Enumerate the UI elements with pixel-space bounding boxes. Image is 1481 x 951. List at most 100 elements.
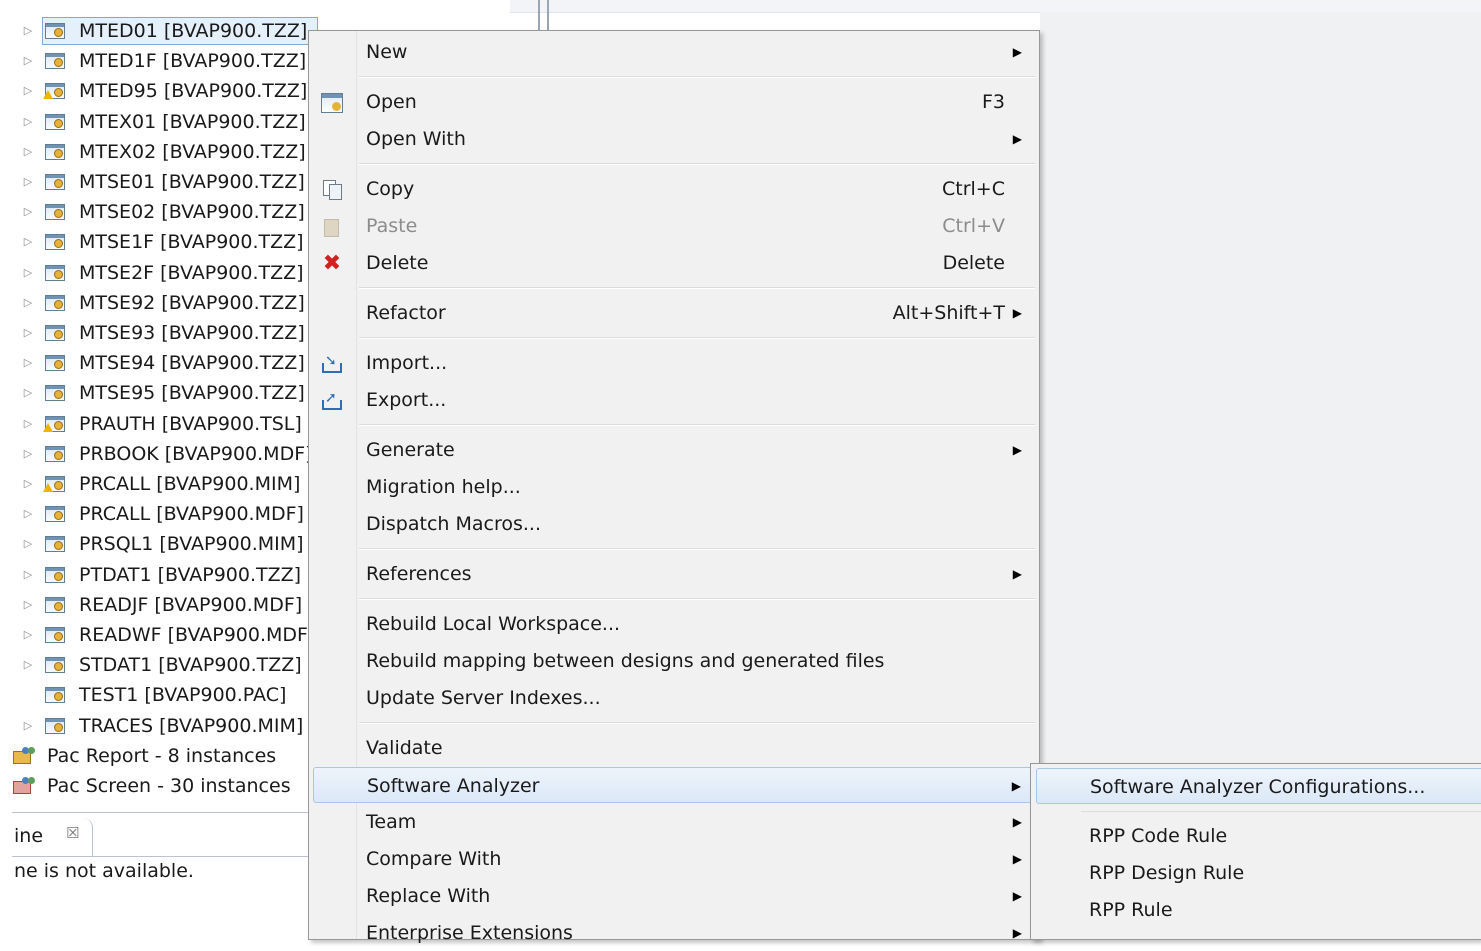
expand-triangle-icon[interactable]: ▷ xyxy=(21,348,35,378)
editor-sash-left[interactable] xyxy=(538,0,540,30)
expand-triangle-icon[interactable]: ▷ xyxy=(21,469,35,499)
expand-triangle-icon[interactable]: ▷ xyxy=(21,529,35,559)
expand-triangle-icon[interactable]: ▷ xyxy=(21,318,35,348)
menu-item-label: Rebuild mapping between designs and gene… xyxy=(366,650,885,672)
tree-item[interactable]: ▷ PRSQL1 [BVAP900.MIM] xyxy=(0,529,310,559)
menu-item-open[interactable]: Open F3 xyxy=(309,84,1039,120)
expand-triangle-icon[interactable]: ▷ xyxy=(21,107,35,137)
tree-item[interactable]: ▷ PRCALL [BVAP900.MDF] xyxy=(0,499,310,529)
expand-triangle-icon[interactable]: ▷ xyxy=(21,227,35,257)
program-icon xyxy=(45,717,65,734)
menu-item-references[interactable]: References ▶ xyxy=(309,556,1039,592)
tree-item[interactable]: ▷ READWF [BVAP900.MDF] xyxy=(0,620,316,650)
tree-item-label: MTSE2F [BVAP900.TZZ] xyxy=(79,261,304,284)
expand-triangle-icon[interactable]: ▷ xyxy=(21,439,35,469)
menu-item-team[interactable]: Team ▶ xyxy=(309,804,1039,840)
gear-icon xyxy=(54,692,63,702)
menu-item-replace-with[interactable]: Replace With ▶ xyxy=(309,878,1039,914)
tree-category[interactable]: Pac Screen - 30 instances xyxy=(0,771,310,801)
expand-triangle-icon[interactable]: ▷ xyxy=(21,76,35,106)
tree-item[interactable]: ▷ MTED1F [BVAP900.TZZ] xyxy=(0,46,310,76)
tree-item-label: PRBOOK [BVAP900.MDF] xyxy=(79,442,313,465)
tree-item[interactable]: ▷ MTSE1F [BVAP900.TZZ] xyxy=(0,227,310,257)
tree-item[interactable]: ▷ MTSE94 [BVAP900.TZZ] xyxy=(0,348,310,378)
menu-item-enterprise-extensions[interactable]: Enterprise Extensions ▶ xyxy=(309,915,1039,951)
tree-item-label: READWF [BVAP900.MDF] xyxy=(79,624,316,646)
menu-item-rebuild-local-workspace[interactable]: Rebuild Local Workspace... xyxy=(309,606,1039,642)
tree-item[interactable]: ▷ PRCALL [BVAP900.MIM] xyxy=(0,469,310,499)
menu-item-migration-help[interactable]: Migration help... xyxy=(309,469,1039,505)
menu-item-software-analyzer[interactable]: Software Analyzer ▶ xyxy=(313,767,1035,803)
menu-item-validate[interactable]: Validate xyxy=(309,730,1039,766)
tree-item[interactable]: ▷ MTSE93 [BVAP900.TZZ] xyxy=(0,318,310,348)
submenu-arrow-icon: ▶ xyxy=(1012,889,1022,903)
tree-category[interactable]: Pac Report - 8 instances xyxy=(0,741,310,771)
menu-item-refactor[interactable]: Refactor Alt+Shift+T ▶ xyxy=(309,295,1039,331)
tree-item[interactable]: ▷ MTED01 [BVAP900.TZZ] xyxy=(0,16,319,46)
expand-triangle-icon[interactable]: ▷ xyxy=(21,378,35,408)
tree-item[interactable]: ▷ READJF [BVAP900.MDF] xyxy=(0,590,310,620)
submenu-item-rpp-code-rule[interactable]: RPP Code Rule xyxy=(1031,818,1481,854)
tree-item[interactable]: ▷ MTSE95 [BVAP900.TZZ] xyxy=(0,378,310,408)
tree-item[interactable]: ▷ MTSE92 [BVAP900.TZZ] xyxy=(0,288,310,318)
tree-item[interactable]: ▷ TRACES [BVAP900.MIM] xyxy=(0,711,310,741)
menu-item-open-with[interactable]: Open With ▶ xyxy=(309,121,1039,157)
menu-item-dispatch-macros[interactable]: Dispatch Macros... xyxy=(309,506,1039,542)
expand-triangle-icon[interactable]: ▷ xyxy=(21,197,35,227)
menu-item-delete[interactable]: ✖ Delete Delete xyxy=(309,245,1039,281)
expand-triangle-icon[interactable]: ▷ xyxy=(21,590,35,620)
menu-item-copy[interactable]: Copy Ctrl+C xyxy=(309,171,1039,207)
program-icon xyxy=(45,325,65,341)
expand-triangle-icon[interactable]: ▷ xyxy=(21,137,35,167)
menu-item-export[interactable]: ➚ Export... xyxy=(309,382,1039,418)
tree-item[interactable]: ▷ PRAUTH [BVAP900.TSL] xyxy=(0,409,310,439)
menu-separator xyxy=(359,598,1035,600)
menu-item-rebuild-mapping-between-designs-and-generated-files[interactable]: Rebuild mapping between designs and gene… xyxy=(309,643,1039,679)
menu-item-paste: Paste Ctrl+V xyxy=(309,208,1039,244)
menu-item-import[interactable]: ➘ Import... xyxy=(309,345,1039,381)
expand-triangle-icon[interactable]: ▷ xyxy=(21,167,35,197)
tree-item[interactable]: ▷ STDAT1 [BVAP900.TZZ] xyxy=(0,650,310,680)
pac-screen-icon xyxy=(13,777,35,795)
expand-triangle-icon[interactable]: ▷ xyxy=(21,288,35,318)
editor-sash-right[interactable] xyxy=(547,0,549,30)
menu-item-compare-with[interactable]: Compare With ▶ xyxy=(309,841,1039,877)
expand-triangle-icon[interactable]: ▷ xyxy=(21,499,35,529)
submenu-item-rpp-design-rule[interactable]: RPP Design Rule xyxy=(1031,855,1481,891)
menu-item-label: Open xyxy=(366,91,417,113)
expand-triangle-icon[interactable]: ▷ xyxy=(21,620,35,650)
expand-triangle-icon[interactable]: ▷ xyxy=(21,258,35,288)
tree-item[interactable]: ▷ MTED95 [BVAP900.TZZ] xyxy=(0,76,310,106)
tree-item[interactable]: ▷ MTSE01 [BVAP900.TZZ] xyxy=(0,167,310,197)
program-icon xyxy=(45,53,65,70)
expand-triangle-icon[interactable]: ▷ xyxy=(21,409,35,439)
expand-triangle-icon[interactable]: ▷ xyxy=(21,560,35,590)
program-icon xyxy=(45,566,65,583)
menu-item-update-server-indexes[interactable]: Update Server Indexes... xyxy=(309,680,1039,716)
expand-triangle-icon[interactable]: ▷ xyxy=(21,46,35,76)
menu-item-new[interactable]: New ▶ xyxy=(309,34,1039,70)
expand-triangle-icon[interactable]: ▷ xyxy=(21,711,35,741)
tab-outline[interactable]: ine ☒ xyxy=(12,818,93,856)
submenu-separator xyxy=(1081,811,1481,812)
tree-item[interactable]: ▷ MTEX02 [BVAP900.TZZ] xyxy=(0,137,310,167)
tree-item[interactable]: TEST1 [BVAP900.PAC] xyxy=(0,680,310,710)
tree-item[interactable]: ▷ MTEX01 [BVAP900.TZZ] xyxy=(0,107,310,137)
close-icon[interactable]: ☒ xyxy=(66,824,79,842)
gear-icon xyxy=(54,511,63,521)
submenu-item-software-analyzer-configurations[interactable]: Software Analyzer Configurations... xyxy=(1036,768,1481,804)
tree-item[interactable]: ▷ PRBOOK [BVAP900.MDF] xyxy=(0,439,313,469)
expand-triangle-icon[interactable]: ▷ xyxy=(21,16,35,46)
submenu-arrow-icon: ▶ xyxy=(1012,306,1022,320)
menu-separator xyxy=(359,337,1035,339)
menu-item-generate[interactable]: Generate ▶ xyxy=(309,432,1039,468)
tree-item[interactable]: ▷ PTDAT1 [BVAP900.TZZ] xyxy=(0,560,310,590)
expand-triangle-icon[interactable]: ▷ xyxy=(21,650,35,680)
submenu-item-rpp-rule[interactable]: RPP Rule xyxy=(1031,892,1481,928)
tree-item[interactable]: ▷ MTSE02 [BVAP900.TZZ] xyxy=(0,197,310,227)
tree-item[interactable]: ▷ MTSE2F [BVAP900.TZZ] xyxy=(0,258,310,288)
tree-item-label: MTEX02 [BVAP900.TZZ] xyxy=(79,140,306,163)
tree-item-label: PRCALL [BVAP900.MDF] xyxy=(79,503,304,526)
submenu-arrow-icon: ▶ xyxy=(1012,567,1022,581)
open-icon xyxy=(321,93,343,113)
